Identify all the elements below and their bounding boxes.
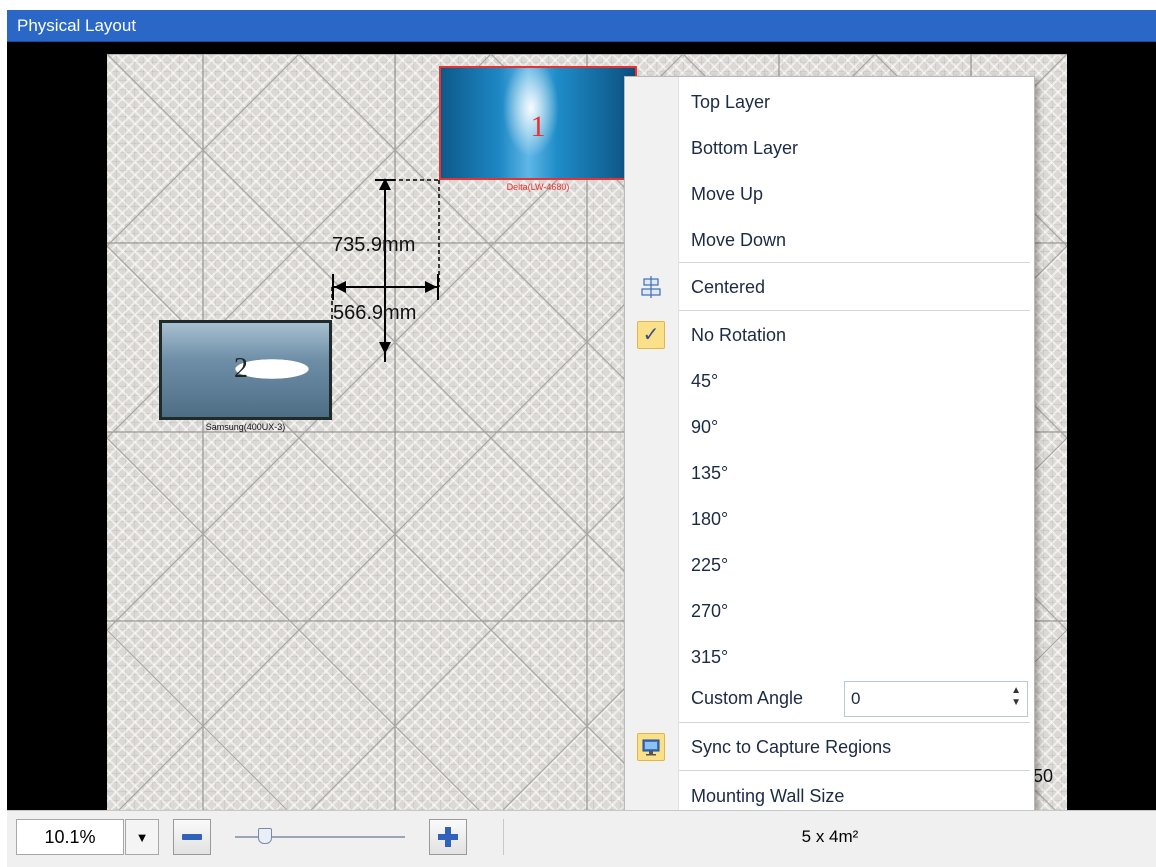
context-menu: Top Layer Bottom Layer Move Up Move Down… bbox=[624, 76, 1035, 821]
zoom-level-field[interactable]: 10.1% bbox=[16, 819, 124, 855]
zoom-slider-thumb[interactable] bbox=[258, 828, 272, 844]
menu-item-rotate-45[interactable]: 45° bbox=[625, 358, 1034, 404]
custom-angle-input[interactable]: 0 ▲ ▼ bbox=[844, 681, 1028, 717]
wall-area-readout: 5 x 4m² bbox=[503, 819, 1156, 855]
menu-item-bottom-layer[interactable]: Bottom Layer bbox=[625, 125, 1034, 171]
menu-item-rotate-135[interactable]: 135° bbox=[625, 450, 1034, 496]
zoom-out-button[interactable] bbox=[173, 819, 211, 855]
zoom-dropdown-button[interactable]: ▼ bbox=[125, 819, 159, 855]
height-measurement: 735.9mm bbox=[332, 234, 416, 256]
angle-spinner[interactable]: ▲ ▼ bbox=[1011, 685, 1021, 709]
chevron-down-icon: ▼ bbox=[135, 829, 149, 845]
plus-icon bbox=[438, 827, 458, 847]
menu-item-custom-angle: Custom Angle 0 ▲ ▼ bbox=[625, 675, 1034, 721]
menu-separator bbox=[679, 310, 1030, 311]
monitor-sync-icon bbox=[637, 733, 665, 761]
zoom-in-button[interactable] bbox=[429, 819, 467, 855]
menu-separator bbox=[679, 770, 1030, 771]
menu-separator bbox=[679, 262, 1030, 263]
width-measurement: 566.9mm bbox=[333, 302, 417, 324]
menu-item-move-down[interactable]: Move Down bbox=[625, 217, 1034, 263]
menu-item-no-rotation[interactable]: ✓ No Rotation bbox=[625, 312, 1034, 358]
menu-item-centered[interactable]: Centered bbox=[625, 264, 1034, 310]
menu-item-sync-capture-regions[interactable]: Sync to Capture Regions bbox=[625, 724, 1034, 770]
minus-icon bbox=[182, 834, 202, 840]
menu-item-move-up[interactable]: Move Up bbox=[625, 171, 1034, 217]
scale-label: 50 bbox=[1033, 766, 1054, 786]
center-align-icon bbox=[637, 273, 665, 301]
menu-separator bbox=[679, 722, 1030, 723]
window-title: Physical Layout bbox=[7, 10, 1156, 42]
menu-item-rotate-315[interactable]: 315° bbox=[625, 634, 1034, 680]
menu-item-rotate-225[interactable]: 225° bbox=[625, 542, 1034, 588]
menu-item-top-layer[interactable]: Top Layer bbox=[625, 79, 1034, 125]
checkmark-icon: ✓ bbox=[637, 321, 665, 349]
menu-item-rotate-90[interactable]: 90° bbox=[625, 404, 1034, 450]
bottom-toolbar: 10.1% ▼ 5 x 4m² bbox=[7, 810, 1156, 867]
menu-item-rotate-180[interactable]: 180° bbox=[625, 496, 1034, 542]
menu-item-rotate-270[interactable]: 270° bbox=[625, 588, 1034, 634]
